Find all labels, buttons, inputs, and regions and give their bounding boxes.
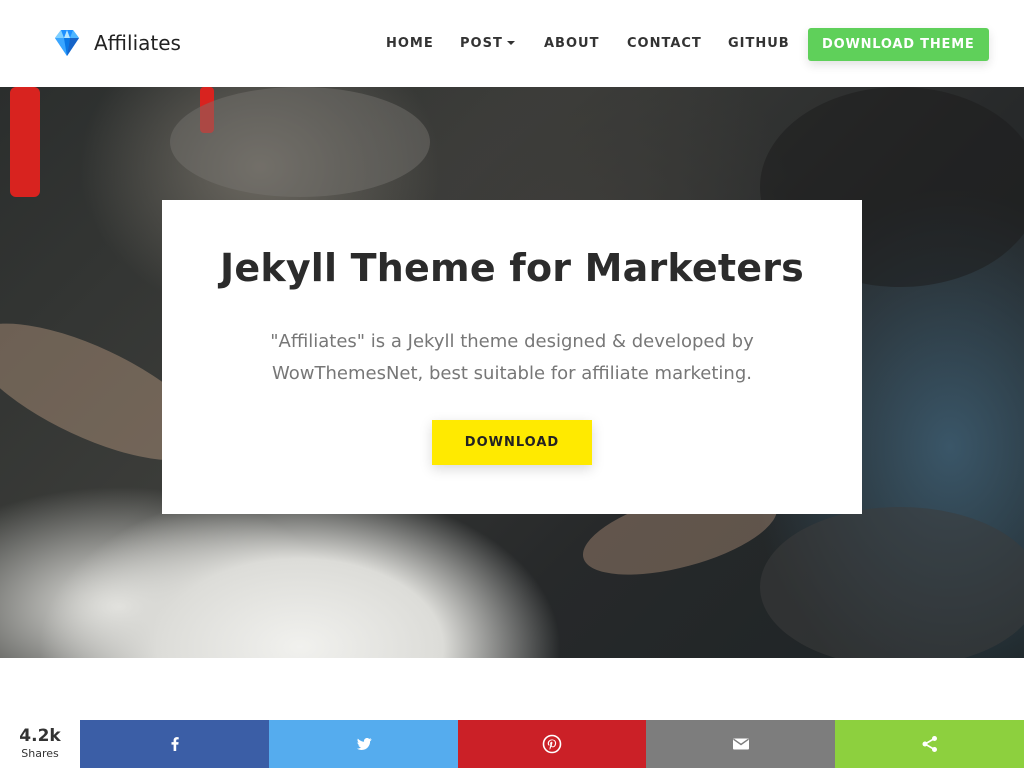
share-count-label: Shares <box>21 747 59 760</box>
nav-post[interactable]: POST <box>460 28 515 60</box>
share-icon <box>920 734 940 754</box>
share-count: 4.2k Shares <box>0 720 80 768</box>
caret-down-icon <box>506 40 515 45</box>
nav-home[interactable]: HOME <box>386 28 434 60</box>
more-share-button[interactable] <box>835 720 1024 768</box>
download-button[interactable]: DOWNLOAD <box>432 420 592 465</box>
pinterest-share-button[interactable] <box>458 720 646 768</box>
site-header: Affiliates HOME POST ABOUT CONTACT GITHU… <box>0 0 1024 87</box>
hero-card: Jekyll Theme for Marketers "Affiliates" … <box>162 200 862 514</box>
nav-contact[interactable]: CONTACT <box>627 28 702 60</box>
download-theme-button[interactable]: DOWNLOAD THEME <box>808 28 989 61</box>
twitter-share-button[interactable] <box>269 720 458 768</box>
hero-description: "Affiliates" is a Jekyll theme designed … <box>270 331 754 384</box>
facebook-share-button[interactable] <box>80 720 269 768</box>
share-count-number: 4.2k <box>19 726 61 746</box>
hero-section: Jekyll Theme for Marketers "Affiliates" … <box>0 87 1024 658</box>
share-bar: 4.2k Shares <box>0 720 1024 768</box>
pinterest-icon <box>542 734 562 754</box>
email-icon <box>731 734 751 754</box>
facebook-icon <box>165 734 185 754</box>
email-share-button[interactable] <box>646 720 835 768</box>
nav-github[interactable]: GITHUB <box>728 28 790 60</box>
hero-title: Jekyll Theme for Marketers <box>220 246 804 290</box>
nav-post-label: POST <box>460 36 503 51</box>
main-nav: HOME POST ABOUT CONTACT GITHUB DOWNLOAD … <box>0 28 1024 61</box>
twitter-icon <box>354 734 374 754</box>
nav-about[interactable]: ABOUT <box>544 28 599 60</box>
